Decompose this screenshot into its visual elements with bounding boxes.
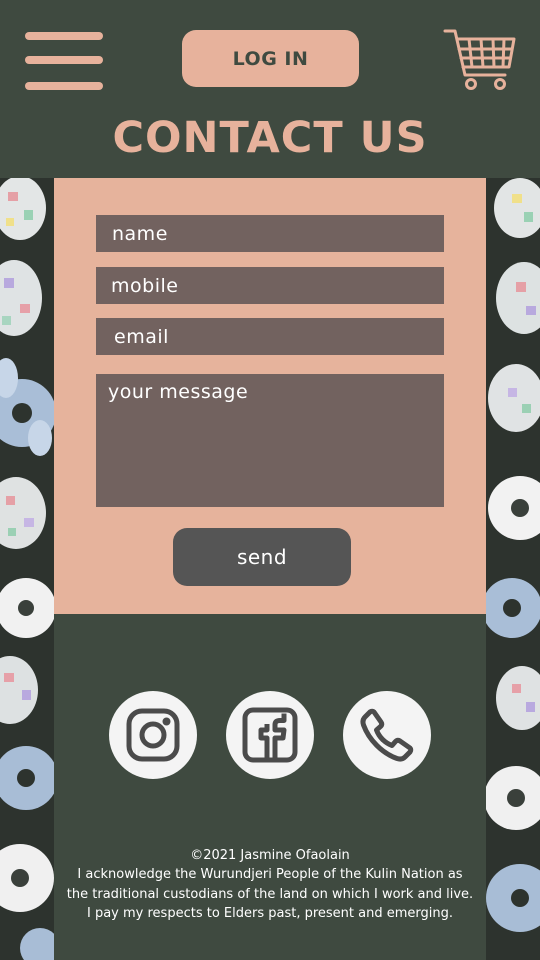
mobile-field[interactable]: mobile (96, 267, 444, 304)
name-field[interactable]: name (96, 215, 444, 252)
send-button[interactable]: send (173, 528, 351, 586)
hamburger-menu-icon[interactable] (25, 30, 103, 92)
facebook-icon[interactable] (226, 691, 314, 779)
email-field[interactable]: email (96, 318, 444, 355)
instagram-icon[interactable] (109, 691, 197, 779)
header: LOG IN CONTACT US (0, 0, 540, 178)
contact-form: name mobile email your message send (54, 178, 486, 614)
copyright-text: ©2021 Jasmine Ofaolain (190, 848, 350, 863)
menu-bar (25, 82, 103, 90)
login-button[interactable]: LOG IN (182, 30, 359, 87)
floral-background-right (486, 178, 540, 960)
message-field[interactable]: your message (96, 374, 444, 507)
page-title: CONTACT US (112, 113, 428, 163)
menu-bar (25, 56, 103, 64)
phone-icon[interactable] (343, 691, 431, 779)
shopping-cart-icon[interactable] (443, 27, 517, 93)
acknowledgement-text: I acknowledge the Wurundjeri People of t… (66, 867, 474, 921)
footer: ©2021 Jasmine Ofaolain I acknowledge the… (54, 614, 486, 960)
floral-background-left (0, 178, 54, 960)
menu-bar (25, 32, 103, 40)
